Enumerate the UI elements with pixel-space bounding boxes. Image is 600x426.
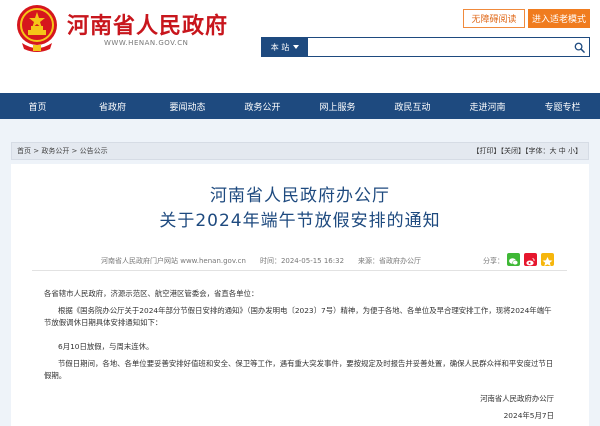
article-meta: 河南省人民政府门户网站 www.henan.gov.cn 时间：2024-05-…: [101, 257, 422, 265]
page-tools: 【打印】【关闭】【字体：大 中 小】: [473, 146, 582, 156]
font-size-suffix: 】: [575, 147, 582, 155]
accessibility-button[interactable]: 无障碍阅读: [463, 9, 525, 28]
nav-item-news[interactable]: 要闻动态: [150, 93, 225, 119]
breadcrumb-current[interactable]: 公告公示: [80, 147, 108, 155]
font-medium-button[interactable]: 中: [559, 147, 566, 155]
qzone-share-icon[interactable]: [541, 253, 554, 266]
font-large-button[interactable]: 大: [550, 147, 557, 155]
breadcrumb-home[interactable]: 首页: [17, 147, 31, 155]
share-label: 分享：: [483, 257, 504, 265]
site-url: WWW.HENAN.GOV.CN: [104, 39, 189, 47]
nav-item-government-affairs[interactable]: 政务公开: [225, 93, 300, 119]
article-paragraph: 节假日期间，各地、各单位要妥善安排好值班和安全、保卫等工作，遇有重大突发事件，要…: [44, 359, 554, 380]
search-input[interactable]: [309, 38, 569, 56]
breadcrumb-bar: 首页 > 政务公开 > 公告公示 【打印】【关闭】【字体：大 中 小】: [11, 142, 589, 160]
breadcrumb-separator: >: [69, 147, 80, 155]
weibo-share-icon[interactable]: [524, 253, 537, 266]
article-card: 河南省人民政府办公厅 关于2024年端午节放假安排的通知 河南省人民政府门户网站…: [11, 164, 589, 426]
article-paragraph: 6月10日放假，与周末连休。: [58, 342, 154, 351]
nav-item-provincial-government[interactable]: 省政府: [75, 93, 150, 119]
search-scope-select[interactable]: 本 站: [262, 38, 308, 56]
print-button[interactable]: 【打印】: [473, 147, 501, 155]
nav-item-interaction[interactable]: 政民互动: [375, 93, 450, 119]
breadcrumb-separator: >: [31, 147, 42, 155]
national-emblem-icon: [17, 5, 57, 52]
signature-organization: 河南省人民政府办公厅: [480, 394, 554, 403]
signature-date: 2024年5月7日: [503, 411, 554, 420]
nav-item-home[interactable]: 首页: [0, 93, 75, 119]
nav-item-special-topics[interactable]: 专题专栏: [525, 93, 600, 119]
elder-mode-button[interactable]: 进入适老模式: [528, 9, 590, 28]
article-paragraph: 各省辖市人民政府，济源示范区、航空港区管委会，省直各单位：: [44, 289, 259, 298]
search-box: 本 站: [261, 37, 590, 57]
nav-item-about-henan[interactable]: 走进河南: [450, 93, 525, 119]
site-title[interactable]: 河南省人民政府: [67, 8, 228, 40]
article-paragraph: 根据《国务院办公厅关于2024年部分节假日安排的通知》（国办发明电〔2023〕7…: [44, 306, 552, 327]
site-header: 河南省人民政府 WWW.HENAN.GOV.CN 无障碍阅读 进入适老模式 本 …: [0, 0, 600, 93]
font-small-button[interactable]: 小: [568, 147, 575, 155]
close-button[interactable]: 【关闭】: [501, 147, 526, 155]
article-title-line2: 关于2024年端午节放假安排的通知: [159, 211, 441, 231]
chevron-down-icon: [293, 45, 300, 49]
nav-item-online-services[interactable]: 网上服务: [300, 93, 375, 119]
breadcrumb-section[interactable]: 政务公开: [41, 147, 69, 155]
article-title-line1: 河南省人民政府办公厅: [210, 186, 390, 206]
search-icon: [574, 42, 585, 53]
divider: [32, 270, 567, 271]
breadcrumb: 首页 > 政务公开 > 公告公示: [17, 146, 108, 156]
wechat-share-icon[interactable]: [507, 253, 520, 266]
font-size-label: 【字体：: [525, 147, 550, 155]
search-button[interactable]: [569, 38, 589, 56]
main-nav: 首页 省政府 要闻动态 政务公开 网上服务 政民互动 走进河南 专题专栏: [0, 93, 600, 119]
search-scope-label: 本 站: [270, 42, 290, 52]
